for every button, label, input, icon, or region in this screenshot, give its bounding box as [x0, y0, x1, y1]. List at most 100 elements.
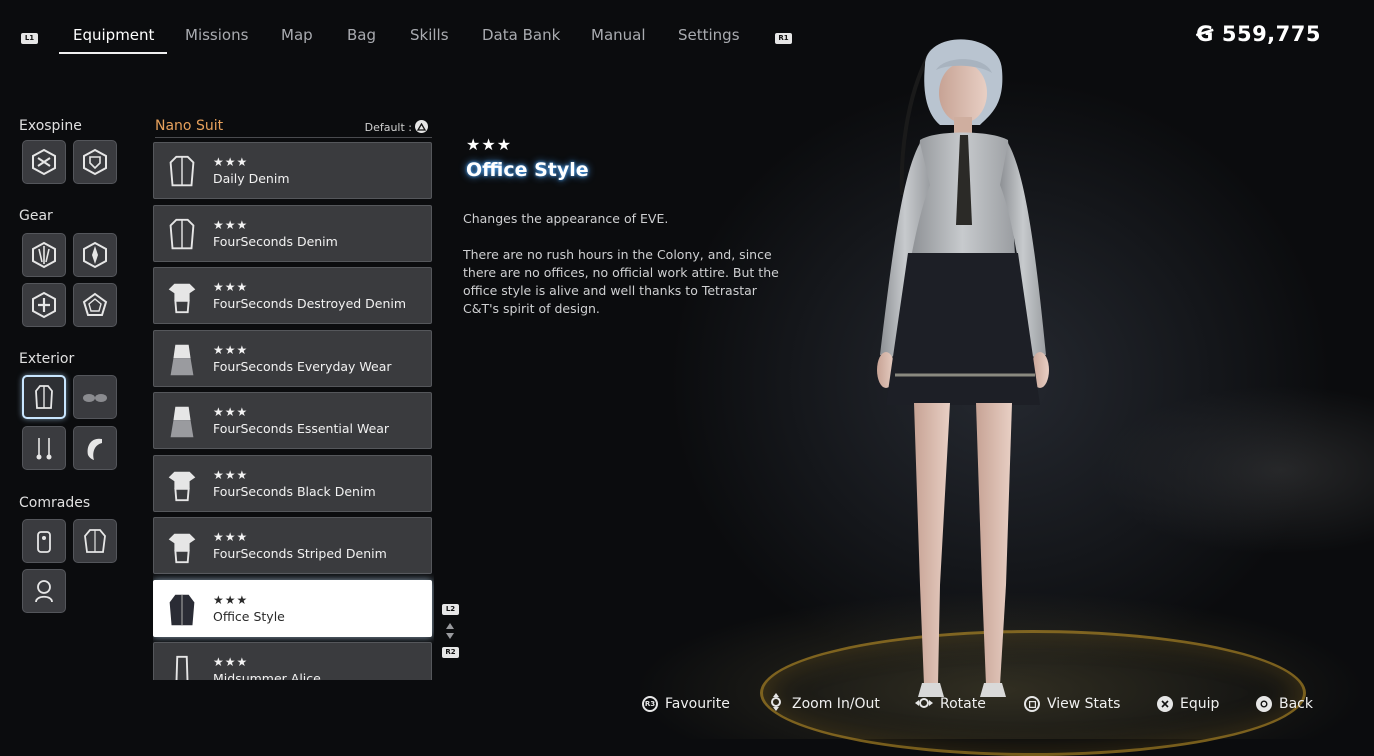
exterior-slot-earrings[interactable] — [22, 426, 66, 470]
exospine-hexagon-icon — [32, 148, 56, 176]
rotate-label: Rotate — [940, 696, 986, 712]
item-rarity-stars: ★★★ — [213, 592, 249, 607]
item-name: Daily Denim — [213, 171, 290, 186]
outfit-icon — [168, 533, 196, 564]
favourite-prompt[interactable]: R3 Favourite — [642, 694, 730, 714]
right-stick-vertical-icon — [769, 693, 783, 715]
comrade-slot-2[interactable] — [73, 519, 117, 563]
zoom-prompt[interactable]: Zoom In/Out — [769, 693, 880, 715]
comrade-robot-icon — [35, 580, 53, 603]
exterior-slot-suit[interactable] — [22, 375, 66, 419]
l1-button-hint[interactable]: L1 — [21, 33, 38, 44]
list-item[interactable]: ★★★ Midsummer Alice — [153, 642, 432, 680]
view-stats-prompt[interactable]: View Stats — [1024, 694, 1120, 714]
item-name: FourSeconds Destroyed Denim — [213, 296, 407, 311]
tab-bag[interactable]: Bag — [347, 26, 376, 54]
comrade-coat-icon — [84, 529, 106, 553]
r1-button-hint[interactable]: R1 — [775, 33, 792, 44]
list-item[interactable]: ★★★ FourSeconds Striped Denim — [153, 517, 432, 574]
category-comrades-label: Comrades — [19, 495, 91, 511]
comrade-slot-1[interactable] — [22, 519, 66, 563]
rotate-prompt[interactable]: Rotate — [915, 694, 986, 714]
glasses-icon — [83, 394, 107, 402]
detail-title: Office Style — [466, 159, 589, 181]
gear-slot-2[interactable] — [73, 233, 117, 277]
character-model[interactable] — [840, 25, 1090, 715]
exterior-slot-glasses[interactable] — [73, 375, 117, 419]
item-rarity-stars: ★★★ — [213, 280, 249, 294]
tab-settings[interactable]: Settings — [678, 26, 740, 54]
tab-map[interactable]: Map — [281, 26, 313, 54]
scroll-arrows-icon — [446, 623, 454, 639]
tab-manual[interactable]: Manual — [591, 26, 646, 54]
item-rarity-stars: ★★★ — [213, 342, 249, 357]
gear-pentagon-icon — [82, 292, 108, 316]
exospine-slot-2[interactable] — [73, 140, 117, 184]
item-name: FourSeconds Everyday Wear — [213, 358, 392, 374]
list-item[interactable]: ★★★ Daily Denim — [153, 142, 432, 199]
list-header: Nano Suit Default : — [155, 118, 432, 136]
outfit-icon — [168, 283, 196, 314]
gear-spike-icon — [32, 241, 56, 269]
gear-slot-3[interactable] — [22, 283, 66, 327]
outfit-icon — [170, 344, 194, 375]
list-item[interactable]: ★★★ FourSeconds Denim — [153, 204, 432, 262]
item-name: FourSeconds Striped Denim — [213, 546, 387, 561]
gear-slot-4[interactable] — [73, 283, 117, 327]
list-item[interactable]: ★★★ Office Style — [153, 579, 432, 637]
outfit-icon — [168, 471, 196, 501]
nano-suit-list[interactable]: ★★★ Daily Denim ★★★ FourSeconds Denim ★★★ Fou… — [153, 142, 434, 680]
tab-skills[interactable]: Skills — [410, 26, 449, 54]
view-stats-label: View Stats — [1047, 696, 1121, 712]
earrings-icon — [36, 438, 52, 460]
list-item[interactable]: ★★★ FourSeconds Essential Wear — [153, 392, 432, 449]
currency-icon: Ꞡ — [1196, 22, 1214, 46]
r3-button-icon: R3 — [642, 696, 658, 712]
category-exterior-label: Exterior — [19, 351, 75, 367]
tab-missions[interactable]: Missions — [185, 26, 248, 54]
right-stick-horizontal-icon — [915, 695, 933, 714]
category-gear-label: Gear — [19, 208, 53, 224]
list-item[interactable]: ★★★ FourSeconds Destroyed Denim — [153, 267, 432, 324]
exterior-slot-hair[interactable] — [73, 426, 117, 470]
exospine-slot-1[interactable] — [22, 140, 66, 184]
item-rarity-stars: ★★★ — [213, 530, 249, 544]
gear-slot-1[interactable] — [22, 233, 66, 277]
currency-display: Ꞡ 559,775 — [1196, 22, 1321, 46]
exospine-shield-icon — [83, 148, 107, 176]
item-name: FourSeconds Essential Wear — [213, 421, 390, 436]
list-title: Nano Suit — [155, 118, 224, 134]
outfit-icon — [170, 406, 194, 438]
gear-cross-icon — [32, 291, 56, 319]
tab-data-bank[interactable]: Data Bank — [482, 26, 560, 54]
l2-scroll-up-hint[interactable]: L2 — [442, 604, 459, 615]
item-name: FourSeconds Denim — [213, 233, 338, 249]
item-rarity-stars: ★★★ — [213, 155, 249, 169]
detail-lore: There are no rush hours in the Colony, a… — [463, 247, 779, 316]
list-item[interactable]: ★★★ FourSeconds Black Denim — [153, 454, 432, 512]
list-item[interactable]: ★★★ FourSeconds Everyday Wear — [153, 329, 432, 387]
gear-blade-icon — [83, 241, 107, 269]
back-prompt[interactable]: Back — [1256, 694, 1313, 714]
zoom-label: Zoom In/Out — [792, 696, 880, 712]
square-button-icon — [1024, 696, 1040, 712]
item-name: Midsummer Alice — [213, 671, 321, 680]
circle-button-icon — [1256, 696, 1272, 712]
tab-equipment[interactable]: Equipment — [58, 26, 168, 54]
favourite-label: Favourite — [665, 696, 730, 712]
triangle-button-icon[interactable] — [415, 120, 428, 133]
item-rarity-stars: ★★★ — [213, 655, 249, 669]
category-exospine-label: Exospine — [19, 118, 82, 134]
equip-prompt[interactable]: Equip — [1157, 694, 1219, 714]
list-divider — [155, 137, 432, 138]
r2-scroll-down-hint[interactable]: R2 — [442, 647, 459, 658]
item-rarity-stars: ★★★ — [213, 217, 249, 232]
comrade-device-icon — [37, 531, 51, 553]
item-rarity-stars: ★★★ — [213, 405, 249, 419]
top-navigation: L1 Equipment Missions Map Bag Skills Dat… — [0, 0, 1374, 70]
detail-rarity-stars: ★★★ — [466, 135, 513, 154]
comrade-slot-3[interactable] — [22, 569, 66, 613]
equip-label: Equip — [1180, 696, 1220, 712]
currency-amount: 559,775 — [1221, 22, 1321, 46]
outfit-icon — [169, 155, 195, 187]
